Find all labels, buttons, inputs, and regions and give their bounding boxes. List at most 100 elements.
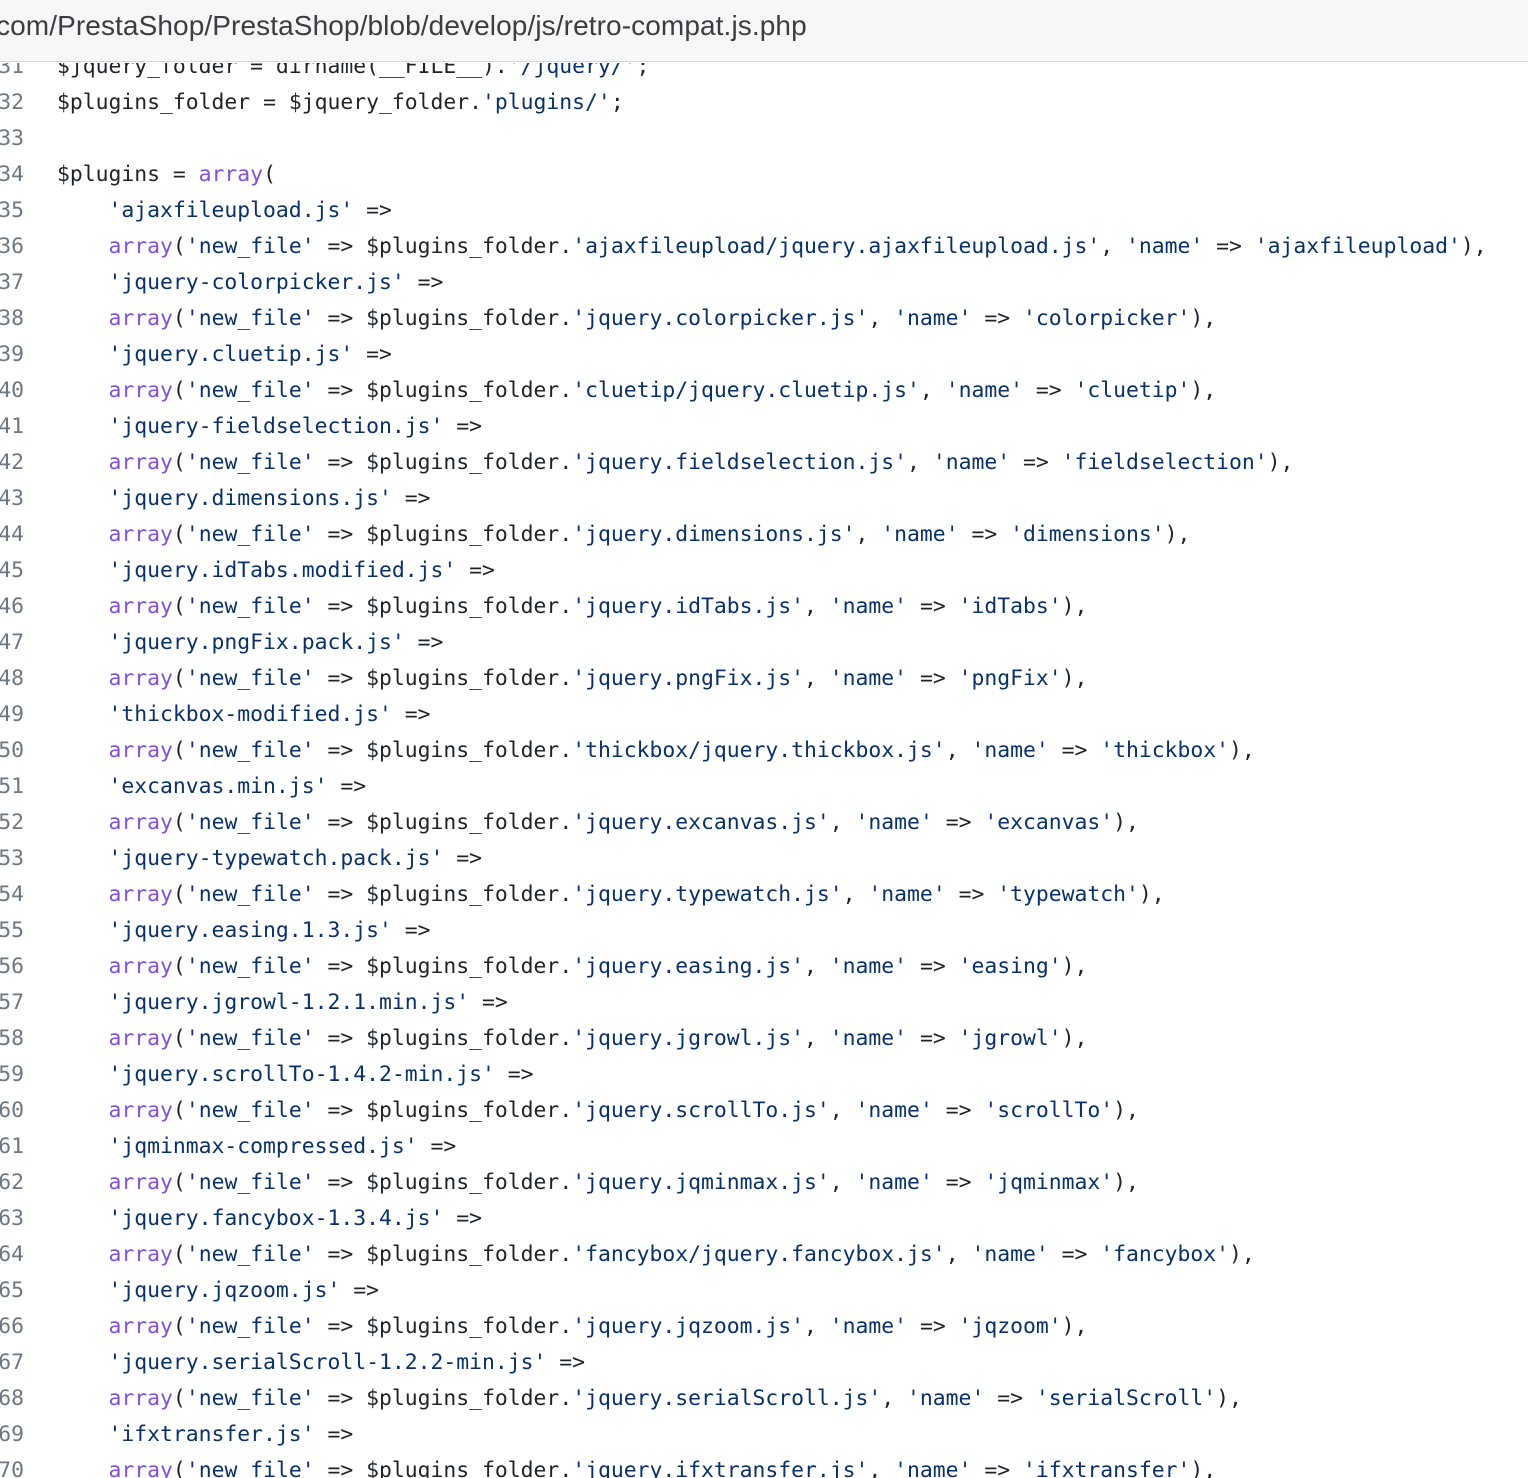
line-number[interactable]: 56	[0, 949, 24, 985]
line-number[interactable]: 63	[0, 1201, 24, 1237]
code-keyword: array	[108, 594, 173, 619]
code-punctuation: ),	[1061, 594, 1088, 619]
code-punctuation	[57, 558, 109, 583]
code-punctuation: .	[559, 234, 573, 259]
code-variable: $plugins_folder	[366, 378, 560, 403]
line-number[interactable]: 46	[0, 589, 24, 625]
line-content: 'ajaxfileupload.js' =>	[57, 193, 392, 229]
code-string: 'name'	[829, 1314, 908, 1339]
code-punctuation: (	[172, 666, 186, 691]
code-punctuation	[57, 1026, 109, 1051]
line-content: array('new_file' => $plugins_folder.'clu…	[57, 373, 1217, 409]
code-punctuation: (	[172, 810, 186, 835]
line-number[interactable]: 60	[0, 1093, 24, 1129]
line-number[interactable]: 47	[0, 625, 24, 661]
line-number[interactable]: 35	[0, 193, 24, 229]
line-number[interactable]: 58	[0, 1021, 24, 1057]
code-punctuation	[57, 306, 109, 331]
code-string: 'jquery.idTabs.js'	[572, 594, 805, 619]
code-string: 'plugins/'	[482, 90, 611, 115]
code-keyword: array	[108, 666, 173, 691]
line-number[interactable]: 48	[0, 661, 24, 697]
line-number[interactable]: 33	[0, 121, 24, 157]
code-punctuation	[57, 846, 109, 871]
code-punctuation: =>	[314, 1098, 367, 1123]
line-number[interactable]: 59	[0, 1057, 24, 1093]
code-string: 'name'	[829, 954, 908, 979]
code-variable: $plugins_folder	[366, 234, 560, 259]
code-punctuation: =>	[971, 306, 1023, 331]
code-variable: $plugins_folder	[366, 954, 560, 979]
code-punctuation	[57, 378, 109, 403]
code-punctuation: =>	[391, 486, 431, 511]
line-content: $jquery_folder = dirname(__FILE__).'/jqu…	[57, 63, 649, 85]
line-number[interactable]: 31	[0, 63, 24, 85]
code-punctuation: =>	[314, 450, 367, 475]
line-number[interactable]: 62	[0, 1165, 24, 1201]
line-number[interactable]: 50	[0, 733, 24, 769]
line-number[interactable]: 34	[0, 157, 24, 193]
line-number[interactable]: 53	[0, 841, 24, 877]
line-number[interactable]: 69	[0, 1417, 24, 1453]
code-string: 'new_file'	[185, 1386, 315, 1411]
line-number[interactable]: 39	[0, 337, 24, 373]
line-content: 'thickbox-modified.js' =>	[57, 697, 431, 733]
line-number[interactable]: 66	[0, 1309, 24, 1345]
line-number[interactable]: 57	[0, 985, 24, 1021]
code-punctuation: =>	[314, 1458, 367, 1478]
code-string: 'name'	[855, 1170, 933, 1195]
line-number[interactable]: 40	[0, 373, 24, 409]
code-keyword: array	[108, 378, 173, 403]
line-number[interactable]: 65	[0, 1273, 24, 1309]
code-string: 'easing'	[958, 954, 1062, 979]
line-number[interactable]: 45	[0, 553, 24, 589]
line-number[interactable]: 32	[0, 85, 24, 121]
code-string: 'jquery.scrollTo-1.4.2-min.js'	[108, 1062, 495, 1087]
code-string: 'ajaxfileupload.js'	[108, 198, 354, 223]
code-punctuation: .	[559, 738, 573, 763]
code-string: 'jquery.serialScroll-1.2.2-min.js'	[108, 1350, 547, 1375]
code-variable: $plugins_folder	[366, 666, 560, 691]
url-text[interactable]: com/PrestaShop/PrestaShop/blob/develop/j…	[0, 10, 807, 42]
line-content: array('new_file' => $plugins_folder.'jqu…	[57, 805, 1139, 841]
code-punctuation: =>	[314, 522, 367, 547]
code-punctuation: =>	[1048, 1242, 1101, 1267]
line-number[interactable]: 51	[0, 769, 24, 805]
code-punctuation: (	[172, 1026, 186, 1051]
code-punctuation: ;	[610, 90, 624, 115]
address-bar[interactable]: com/PrestaShop/PrestaShop/blob/develop/j…	[0, 0, 1528, 62]
code-punctuation: =>	[456, 558, 495, 583]
line-number[interactable]: 37	[0, 265, 24, 301]
line-number[interactable]: 41	[0, 409, 24, 445]
code-punctuation: (	[172, 1386, 186, 1411]
code-string: 'new_file'	[185, 1170, 315, 1195]
line-number[interactable]: 49	[0, 697, 24, 733]
code-string: 'thickbox-modified.js'	[108, 702, 392, 727]
code-keyword: array	[108, 1170, 173, 1195]
line-number[interactable]: 36	[0, 229, 24, 265]
code-keyword: array	[108, 810, 173, 835]
line-number[interactable]: 38	[0, 301, 24, 337]
code-variable: $plugins_folder	[366, 306, 560, 331]
line-number[interactable]: 52	[0, 805, 24, 841]
line-number[interactable]: 42	[0, 445, 24, 481]
line-number[interactable]: 43	[0, 481, 24, 517]
code-variable: $plugins_folder	[366, 1314, 560, 1339]
line-number[interactable]: 44	[0, 517, 24, 553]
line-content: 'excanvas.min.js' =>	[57, 769, 367, 805]
line-content: 'jquery.idTabs.modified.js' =>	[57, 553, 495, 589]
line-number[interactable]: 67	[0, 1345, 24, 1381]
line-number[interactable]: 55	[0, 913, 24, 949]
code-punctuation: ),	[1138, 882, 1165, 907]
line-number[interactable]: 61	[0, 1129, 24, 1165]
line-number[interactable]: 70	[0, 1453, 24, 1478]
line-number[interactable]: 64	[0, 1237, 24, 1273]
code-punctuation: =>	[340, 1278, 379, 1303]
line-number[interactable]: 54	[0, 877, 24, 913]
code-string: 'jqminmax-compressed.js'	[108, 1134, 418, 1159]
code-string: 'name'	[932, 450, 1011, 475]
code-punctuation: =>	[314, 954, 367, 979]
code-string: 'name'	[855, 810, 933, 835]
line-number[interactable]: 68	[0, 1381, 24, 1417]
code-punctuation	[57, 450, 109, 475]
